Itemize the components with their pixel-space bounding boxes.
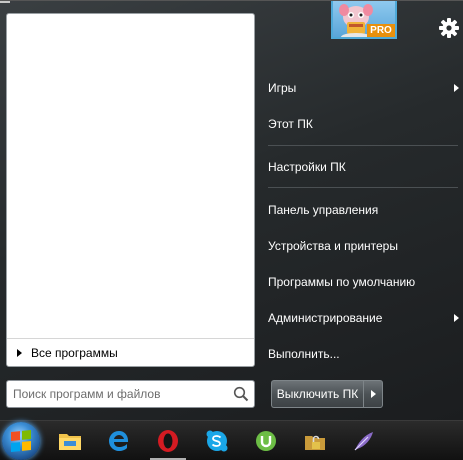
expand-triangle-icon bbox=[17, 348, 22, 357]
windows-logo-icon bbox=[11, 429, 31, 453]
menu-separator bbox=[268, 145, 458, 146]
file-explorer-icon[interactable] bbox=[52, 423, 88, 459]
shutdown-control: Выключить ПК bbox=[271, 380, 383, 408]
menu-item-label: Администрирование bbox=[268, 311, 383, 325]
menu-item-this-pc[interactable]: Этот ПК bbox=[260, 109, 463, 139]
menu-item-label: Устройства и принтеры bbox=[268, 239, 398, 253]
submenu-arrow-icon bbox=[454, 84, 459, 92]
menu-item-run[interactable]: Выполнить... bbox=[260, 339, 463, 369]
all-programs-button[interactable]: Все программы bbox=[7, 338, 254, 366]
menu-item-label: Игры bbox=[268, 81, 297, 95]
settings-gear-icon[interactable] bbox=[438, 17, 460, 39]
pro-badge: PRO bbox=[367, 24, 395, 37]
opera-icon[interactable] bbox=[150, 423, 186, 459]
menu-item-devices-printers[interactable]: Устройства и принтеры bbox=[260, 231, 463, 261]
shutdown-button[interactable]: Выключить ПК bbox=[271, 380, 363, 408]
start-button[interactable] bbox=[2, 422, 40, 460]
menu-item-label: Панель управления bbox=[268, 203, 379, 217]
submenu-arrow-icon bbox=[454, 314, 459, 322]
user-avatar[interactable]: PRO bbox=[331, 1, 397, 39]
menu-item-label: Выполнить... bbox=[268, 347, 340, 361]
menu-item-administration[interactable]: Администрирование bbox=[260, 303, 463, 333]
search-icon[interactable] bbox=[228, 381, 254, 407]
utorrent-icon[interactable] bbox=[248, 423, 284, 459]
taskbar bbox=[0, 420, 463, 460]
start-menu: Все программы PRO bbox=[0, 0, 463, 420]
menu-item-label: Программы по умолчанию bbox=[268, 275, 416, 289]
menu-item-control-panel[interactable]: Панель управления bbox=[260, 195, 463, 225]
programs-pane: Все программы bbox=[6, 13, 255, 367]
edge-icon[interactable] bbox=[101, 423, 137, 459]
menu-item-label: Настройки ПК bbox=[268, 160, 346, 174]
menu-item-games[interactable]: Игры bbox=[260, 73, 463, 103]
shutdown-options-button[interactable] bbox=[363, 380, 383, 408]
recent-programs-list bbox=[7, 14, 254, 338]
menu-item-pc-settings[interactable]: Настройки ПК bbox=[260, 152, 463, 182]
search-input[interactable] bbox=[7, 383, 228, 405]
skype-icon[interactable] bbox=[199, 423, 235, 459]
menu-separator bbox=[268, 187, 458, 188]
feather-app-icon[interactable] bbox=[346, 423, 382, 459]
arrow-right-icon bbox=[370, 390, 376, 398]
menu-item-default-programs[interactable]: Программы по умолчанию bbox=[260, 267, 463, 297]
search-box[interactable] bbox=[6, 380, 255, 408]
all-programs-label: Все программы bbox=[31, 345, 118, 360]
menu-item-label: Этот ПК bbox=[268, 117, 313, 131]
lock-folder-icon[interactable] bbox=[297, 423, 333, 459]
